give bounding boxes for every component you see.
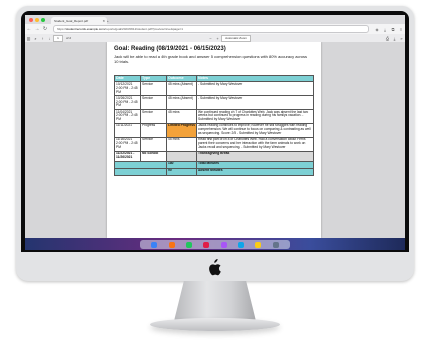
goal-title: Goal: Reading (08/19/2021 - 06/15/2023) — [114, 46, 226, 52]
app-icon[interactable] — [220, 241, 227, 248]
page-number-input[interactable]: 1 — [53, 34, 63, 42]
menu-icon[interactable]: ≡ — [397, 27, 405, 32]
date-cell: 11/04/2021 2:00 PM - 2:45 PM — [114, 108, 141, 124]
address-bar[interactable]: https:// studentrecords.example.com /rep… — [53, 25, 369, 33]
url-prefix: https:// — [57, 27, 67, 31]
notes-cell: Jacks reading continues to improve; howe… — [196, 122, 314, 138]
close-tab-icon[interactable]: ✕ — [102, 19, 105, 23]
notes-cell: Thanksgiving Break — [196, 150, 314, 162]
break-row: 11/22/2021 - 11/26/2021 No School Thanks… — [114, 150, 314, 162]
apple-logo-icon — [209, 259, 221, 276]
url-path: /reports/goal/2023/0612/student.pdf?prev… — [104, 27, 183, 31]
table-row: 11/16/2021 2:00 PM - 2:45 PM Service 45 … — [114, 136, 314, 152]
tab-title: Student_Goal_Report.pdf — [54, 18, 89, 23]
total-row: 90 Absent Minutes — [114, 167, 314, 177]
zoom-select[interactable]: Automatic Zoom — [221, 34, 251, 42]
desktop-wallpaper — [25, 238, 405, 250]
type-cell: Progress — [140, 122, 167, 138]
window-controls — [29, 18, 45, 22]
next-page-icon[interactable]: ↓ — [46, 36, 53, 41]
outcome-cell-limited-progress: Limited Progress — [166, 122, 197, 138]
pdf-viewer[interactable]: Goal: Reading (08/19/2021 - 06/15/2023) … — [25, 42, 405, 238]
app-icon[interactable] — [185, 241, 192, 248]
screen: Student_Goal_Report.pdf ✕ + ← → ↻ https:… — [25, 15, 405, 250]
table-row: 11/04/2021 2:00 PM - 2:45 PM Service 45 … — [114, 108, 314, 124]
total-label: Absent Minutes — [196, 167, 314, 177]
app-icon[interactable] — [168, 241, 175, 248]
app-icon[interactable] — [237, 241, 244, 248]
monitor-chin — [16, 252, 414, 281]
minimize-window-button[interactable] — [35, 18, 39, 22]
monitor-stand-base — [150, 318, 280, 331]
notes-cell: - Submitted by Mary Westover — [196, 95, 314, 110]
total-value: 90 — [166, 167, 197, 177]
app-icon[interactable] — [203, 241, 210, 248]
outcome-cell: 45 mins (Absent) — [166, 95, 197, 110]
screen-bezel: Student_Goal_Report.pdf ✕ + ← → ↻ https:… — [21, 11, 409, 252]
notes-cell: Read first part of ch 8 of Charlottes We… — [196, 136, 314, 152]
table-row: 10/12/2021 2:00 PM - 2:45 PM Service 45 … — [114, 81, 314, 96]
browser-tab[interactable]: Student_Goal_Report.pdf ✕ — [51, 17, 107, 24]
print-icon[interactable]: ⎙ — [384, 36, 391, 41]
download-icon[interactable]: ⤓ — [381, 27, 389, 32]
type-cell: Service — [140, 108, 167, 124]
date-cell: 10/12/2021 2:00 PM - 2:45 PM — [114, 81, 141, 96]
outcome-cell: 45 mins — [166, 136, 197, 152]
more-tools-icon[interactable]: » — [398, 36, 405, 41]
date-cell: 11/16/2021 2:00 PM - 2:45 PM — [114, 136, 141, 152]
url-host: studentrecords.example.com — [66, 27, 105, 31]
monitor-stand — [174, 281, 256, 321]
notes-cell: We continued reading ch 7 of Charlottes … — [196, 108, 314, 124]
total-spacer — [114, 160, 167, 169]
save-icon[interactable]: ⤓ — [391, 36, 398, 41]
goal-description: Jack will be able to read a 4th grade bo… — [114, 54, 307, 64]
type-cell: Service — [140, 136, 167, 152]
zoom-in-icon[interactable]: + — [214, 36, 221, 41]
outcome-cell: 45 mins (Absent) — [166, 81, 197, 96]
zoom-out-icon[interactable]: − — [207, 36, 214, 41]
navigation-bar: ← → ↻ https:// studentrecords.example.co… — [25, 24, 405, 34]
close-window-button[interactable] — [29, 18, 33, 22]
back-icon[interactable]: ← — [25, 26, 33, 32]
sidebar-toggle-icon[interactable]: ▥ — [25, 36, 32, 41]
previous-page-icon[interactable]: ↑ — [39, 36, 46, 41]
type-cell: No School — [140, 150, 167, 162]
finder-icon[interactable] — [151, 241, 158, 248]
maximize-window-button[interactable] — [41, 18, 45, 22]
outcome-cell: 45 mins — [166, 108, 197, 124]
progress-table: Date Type Outcome Notes 10/12/2021 2:00 … — [114, 74, 314, 177]
find-icon[interactable]: ⌕ — [32, 36, 39, 41]
page-total: of 2 — [66, 36, 72, 40]
trash-icon[interactable] — [272, 241, 279, 248]
shield-icon[interactable]: ◈ — [373, 27, 381, 32]
table-row: 10/26/2021 2:00 PM - 2:45 PM Service 45 … — [114, 95, 314, 110]
dock — [140, 240, 290, 249]
pdf-page: Goal: Reading (08/19/2021 - 06/15/2023) … — [107, 42, 321, 238]
total-value: 180 — [166, 160, 197, 169]
extensions-icon[interactable]: ⧉ — [389, 27, 397, 32]
browser-tab-bar: Student_Goal_Report.pdf ✕ + — [25, 15, 405, 24]
forward-icon[interactable]: → — [33, 26, 41, 32]
outcome-cell — [166, 150, 197, 162]
date-cell: 11/11/2021 — [114, 122, 141, 138]
date-cell: 10/26/2021 2:00 PM - 2:45 PM — [114, 95, 141, 110]
type-cell: Service — [140, 95, 167, 110]
notes-cell: - Submitted by Mary Westover — [196, 81, 314, 96]
total-spacer — [114, 167, 167, 177]
date-cell: 11/22/2021 - 11/26/2021 — [114, 150, 141, 162]
total-label: Total Minutes — [196, 160, 314, 169]
total-row: 180 Total Minutes — [114, 160, 314, 169]
reload-icon[interactable]: ↻ — [41, 26, 49, 32]
app-icon[interactable] — [255, 241, 262, 248]
type-cell: Service — [140, 81, 167, 96]
table-row: 11/11/2021 Progress Limited Progress Jac… — [114, 122, 314, 138]
imac-monitor: Student_Goal_Report.pdf ✕ + ← → ↻ https:… — [16, 6, 414, 281]
new-tab-button[interactable]: + — [107, 17, 113, 24]
